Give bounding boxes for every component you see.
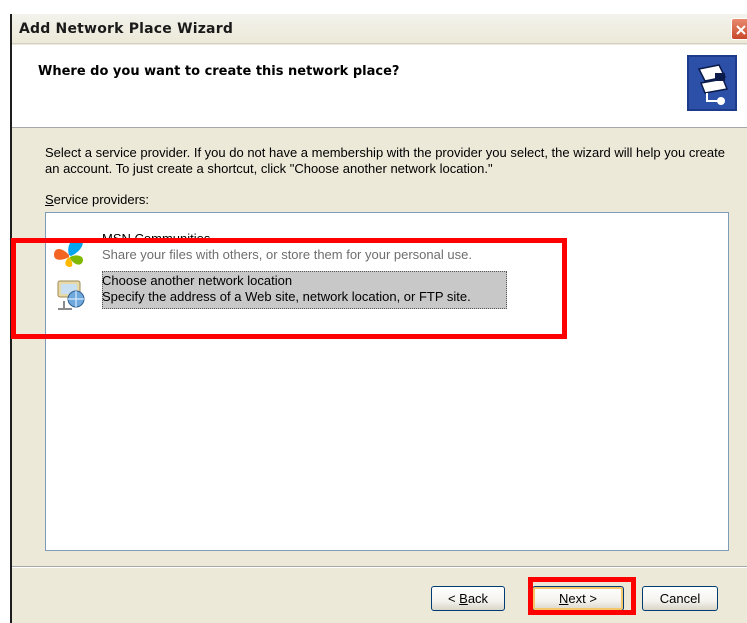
service-providers-list[interactable]: MSN Communities Share your files with ot… xyxy=(45,212,729,551)
title-bar: Add Network Place Wizard xyxy=(12,14,747,44)
service-providers-label: Service providers: xyxy=(45,192,149,207)
msn-butterfly-icon xyxy=(54,238,84,267)
back-button-rest: ack xyxy=(467,591,489,606)
page-title: Where do you want to create this network… xyxy=(38,64,400,79)
cancel-button[interactable]: Cancel xyxy=(642,586,718,611)
back-button-prefix: < xyxy=(447,591,460,606)
service-providers-label-rest: ervice providers: xyxy=(53,192,150,207)
network-location-icon xyxy=(57,280,85,310)
next-button-rest: ext > xyxy=(568,591,597,606)
wizard-description: Select a service provider. If you do not… xyxy=(45,145,725,176)
footer-separator xyxy=(12,566,747,568)
network-place-wizard-icon xyxy=(687,55,737,111)
service-providers-accel: S xyxy=(45,192,54,207)
next-button-accel: N xyxy=(559,591,569,606)
provider-item-network-location[interactable]: Choose another network location Specify … xyxy=(50,271,720,313)
back-button[interactable]: < Back xyxy=(431,586,505,611)
provider-item-msn[interactable]: MSN Communities Share your files with ot… xyxy=(50,229,720,271)
next-button[interactable]: Next > xyxy=(532,586,624,611)
provider-title: MSN Communities xyxy=(102,231,211,246)
provider-title: Choose another network location xyxy=(102,273,293,288)
provider-description: Specify the address of a Web site, netwo… xyxy=(102,289,471,304)
wizard-window: Add Network Place Wizard Where do you wa… xyxy=(10,14,747,623)
close-button[interactable] xyxy=(731,18,747,40)
back-button-accel: B xyxy=(459,591,468,606)
provider-description: Share your files with others, or store t… xyxy=(102,247,472,262)
window-title: Add Network Place Wizard xyxy=(19,21,234,37)
close-icon xyxy=(736,25,746,35)
wizard-header: Where do you want to create this network… xyxy=(12,45,747,128)
